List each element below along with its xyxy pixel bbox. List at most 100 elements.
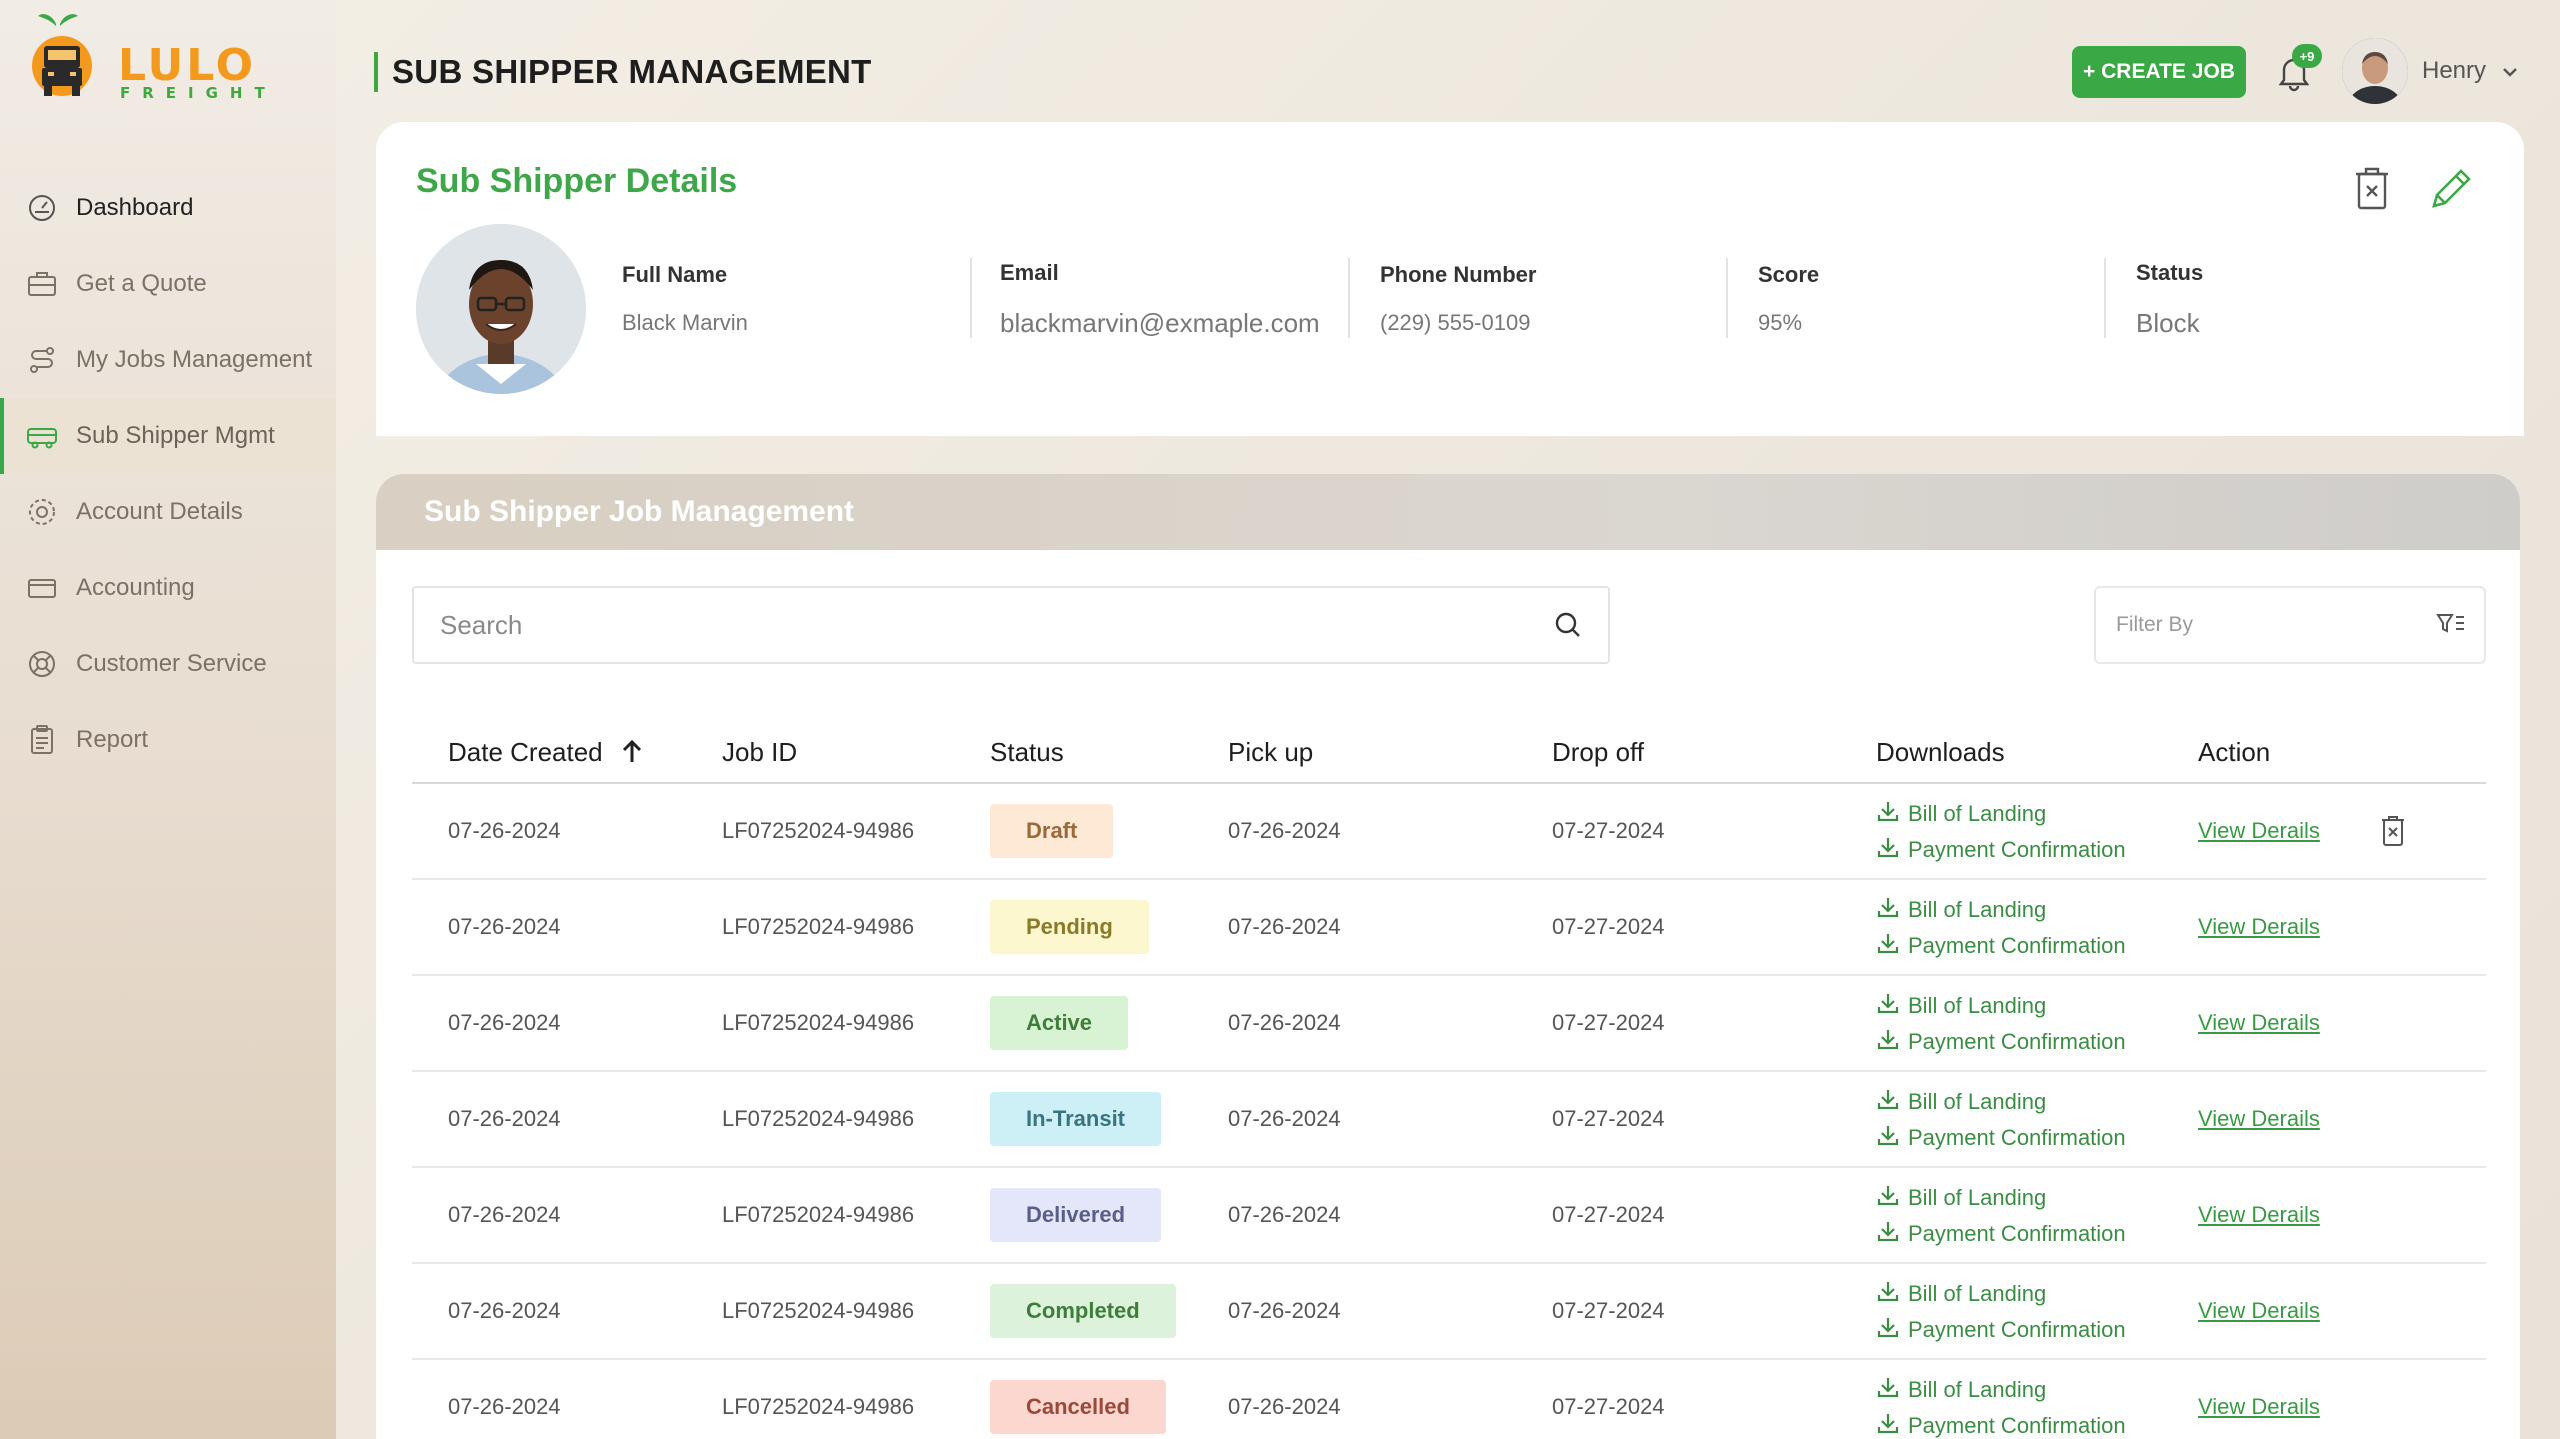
sidebar-item-accounting[interactable]: Accounting [0,550,336,626]
create-job-button[interactable]: + CREATE JOB [2072,46,2246,98]
search-box [412,586,1610,664]
download-icon [1876,931,1908,961]
sidebar-item-label: Get a Quote [76,270,207,297]
full-name-value: Black Marvin [622,310,748,335]
status-badge: Active [990,996,1129,1050]
status-badge: Draft [990,804,1114,858]
route-icon [26,344,58,376]
download-icon [1876,1087,1908,1117]
filter-icon [2436,614,2464,633]
view-details-link[interactable]: View Derails [2198,1298,2320,1324]
sidebar-item-customer-service[interactable]: Customer Service [0,626,336,702]
view-details-link[interactable]: View Derails [2198,818,2320,844]
speedometer-icon [26,192,58,224]
date-created-cell: 07-26-2024 [448,1106,561,1131]
link-label: Bill of Landing [1908,993,2047,1018]
payment-confirmation-link[interactable]: Payment Confirmation [1876,832,2126,868]
table-row: 07-26-2024 LF07252024-94986 Delivered 07-26… [412,1168,2486,1264]
job-id-cell: LF07252024-94986 [722,1394,915,1419]
delete-icon[interactable] [2352,166,2392,212]
column-action: Action [2198,736,2271,767]
link-label: Payment Confirmation [1908,1125,2126,1150]
column-status: Status [990,736,1064,767]
status-value: Block [2136,308,2200,338]
sidebar-item-my-jobs[interactable]: My Jobs Management [0,322,336,398]
job-id-cell: LF07252024-94986 [722,1298,915,1323]
link-label: Bill of Landing [1908,897,2047,922]
truck-icon [26,420,58,452]
payment-confirmation-link[interactable]: Payment Confirmation [1876,1312,2126,1348]
field-label: Phone Number [1380,262,1537,287]
download-icon [1876,1123,1908,1153]
column-downloads: Downloads [1876,736,2005,767]
table-row: 07-26-2024 LF07252024-94986 Completed 07-26… [412,1264,2486,1360]
bill-of-landing-link[interactable]: Bill of Landing [1876,988,2126,1024]
notification-badge: +9 [2292,44,2322,68]
bill-of-landing-link[interactable]: Bill of Landing [1876,892,2126,928]
bill-of-landing-link[interactable]: Bill of Landing [1876,1084,2126,1120]
edit-pencil-icon[interactable] [2428,164,2476,212]
view-details-link[interactable]: View Derails [2198,1394,2320,1420]
search-input[interactable] [440,609,1554,641]
dropoff-cell: 07-27-2024 [1552,1298,1665,1323]
pickup-cell: 07-26-2024 [1228,1298,1341,1323]
bill-of-landing-link[interactable]: Bill of Landing [1876,796,2126,832]
sort-arrow-up-icon[interactable] [619,739,645,765]
jobs-panel-header: Sub Shipper Job Management [376,474,2520,550]
download-icon [1876,991,1908,1021]
payment-confirmation-link[interactable]: Payment Confirmation [1876,1024,2126,1060]
download-icon [1876,1183,1908,1213]
dropoff-cell: 07-27-2024 [1552,1106,1665,1131]
view-details-link[interactable]: View Derails [2198,914,2320,940]
view-details-link[interactable]: View Derails [2198,1010,2320,1036]
sidebar-item-sub-shipper[interactable]: Sub Shipper Mgmt [0,398,336,474]
link-label: Payment Confirmation [1908,1317,2126,1342]
user-avatar[interactable] [2342,38,2408,104]
sidebar-item-account-details[interactable]: Account Details [0,474,336,550]
downloads-cell: Bill of Landing Payment Confirmation [1876,1372,2126,1439]
logo[interactable]: LULO FREIGHT [30,10,270,110]
sidebar-item-dashboard[interactable]: Dashboard [0,170,336,246]
downloads-cell: Bill of Landing Payment Confirmation [1876,988,2126,1060]
divider [2104,258,2106,338]
download-icon [1876,1315,1908,1345]
sidebar-item-label: My Jobs Management [76,346,313,373]
bill-of-landing-link[interactable]: Bill of Landing [1876,1372,2126,1408]
table-row: 07-26-2024 LF07252024-94986 Active 07-26-20… [412,976,2486,1072]
phone-value: (229) 555-0109 [1380,310,1531,335]
job-id-cell: LF07252024-94986 [722,1106,915,1131]
pickup-cell: 07-26-2024 [1228,818,1341,843]
sidebar-item-report[interactable]: Report [0,702,336,778]
filter-dropdown[interactable]: Filter By [2094,586,2486,664]
bill-of-landing-link[interactable]: Bill of Landing [1876,1180,2126,1216]
column-date-created[interactable]: Date Created [448,737,645,768]
user-name[interactable]: Henry [2422,57,2486,85]
field-label: Email [1000,260,1059,285]
chevron-down-icon[interactable] [2500,62,2520,82]
search-icon[interactable] [1554,611,1582,639]
payment-confirmation-link[interactable]: Payment Confirmation [1876,928,2126,964]
payment-confirmation-link[interactable]: Payment Confirmation [1876,1216,2126,1252]
sidebar: LULO FREIGHT Dashboard Get a Quote My Jo… [0,0,336,1439]
pickup-cell: 07-26-2024 [1228,1106,1341,1131]
delete-icon[interactable] [2380,815,2406,847]
sidebar-item-label: Accounting [76,574,195,601]
payment-confirmation-link[interactable]: Payment Confirmation [1876,1120,2126,1156]
date-created-cell: 07-26-2024 [448,914,561,939]
payment-confirmation-link[interactable]: Payment Confirmation [1876,1408,2126,1439]
details-title: Sub Shipper Details [416,162,738,200]
field-phone: Phone Number (229) 555-0109 [1380,262,1536,336]
bill-of-landing-link[interactable]: Bill of Landing [1876,1276,2126,1312]
link-label: Bill of Landing [1908,1089,2047,1114]
field-email: Email blackmarvin@exmaple.com [1000,260,1320,339]
field-full-name: Full Name Black Marvin [622,262,748,336]
sidebar-item-get-quote[interactable]: Get a Quote [0,246,336,322]
field-label: Status [2136,260,2204,285]
card-icon [26,572,58,604]
view-details-link[interactable]: View Derails [2198,1106,2320,1132]
dropoff-cell: 07-27-2024 [1552,914,1665,939]
table-header: Date Created Job ID Status Pick up Drop … [412,722,2486,784]
download-icon [1876,1027,1908,1057]
dropoff-cell: 07-27-2024 [1552,1394,1665,1419]
view-details-link[interactable]: View Derails [2198,1202,2320,1228]
